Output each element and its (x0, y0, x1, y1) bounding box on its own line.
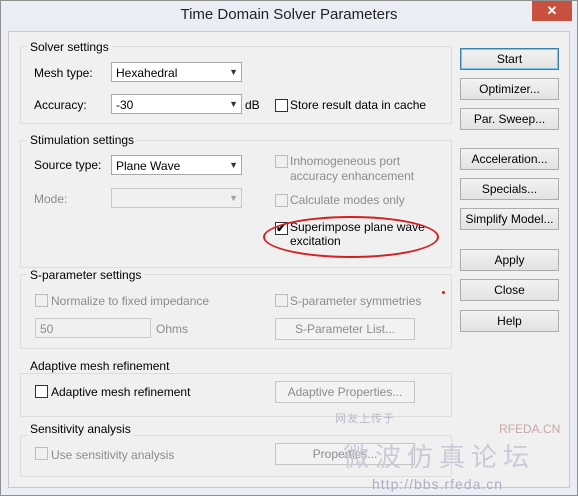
sensitivity-group-label: Sensitivity analysis (27, 422, 134, 436)
close-button[interactable]: Close (460, 279, 559, 301)
adaptive-properties-button[interactable]: Adaptive Properties... (275, 381, 415, 403)
red-dot-annotation (442, 291, 445, 294)
impedance-unit: Ohms (156, 322, 189, 336)
adaptive-mesh-label: Adaptive mesh refinement (51, 385, 191, 399)
acceleration-button[interactable]: Acceleration... (460, 148, 559, 170)
source-type-label: Source type: (34, 158, 102, 172)
apply-button[interactable]: Apply (460, 249, 559, 271)
chevron-down-icon: ▼ (229, 67, 238, 77)
mesh-type-select[interactable]: Hexahedral ▼ (111, 62, 242, 82)
sensitivity-checkbox[interactable] (35, 447, 48, 460)
accuracy-label: Accuracy: (34, 98, 87, 112)
close-icon: ✕ (546, 3, 558, 18)
start-button[interactable]: Start (460, 48, 559, 70)
watermark-url: http://bbs.rfeda.cn (372, 476, 504, 492)
sparameter-symmetries-label: S-parameter symmetries (290, 294, 422, 308)
source-type-value: Plane Wave (116, 159, 181, 173)
mesh-type-label: Mesh type: (34, 66, 93, 80)
close-window-button[interactable]: ✕ (532, 1, 572, 21)
title-bar[interactable]: Time Domain Solver Parameters ✕ (1, 1, 577, 31)
inhomogeneous-label-line2: accuracy enhancement (290, 169, 415, 183)
adaptive-mesh-group-label: Adaptive mesh refinement (27, 359, 173, 373)
accuracy-value: -30 (116, 98, 134, 112)
watermark-brand: RFEDA.CN (499, 422, 561, 436)
inhomogeneous-label-line1: Inhomogeneous port (290, 154, 401, 168)
specials-button[interactable]: Specials... (460, 178, 559, 200)
calculate-modes-checkbox[interactable] (275, 194, 288, 207)
normalize-impedance-label: Normalize to fixed impedance (51, 294, 210, 308)
chevron-down-icon: ▼ (229, 160, 238, 170)
watermark-uploaded-text: 网友上传于 (335, 413, 395, 425)
chevron-down-icon: ▼ (229, 193, 238, 203)
sparameter-list-button[interactable]: S-Parameter List... (275, 318, 415, 340)
window-title: Time Domain Solver Parameters (180, 6, 398, 23)
chevron-down-icon: ▼ (229, 99, 238, 109)
accuracy-unit: dB (245, 98, 260, 112)
store-cache-checkbox[interactable] (275, 99, 288, 112)
inhomogeneous-port-checkbox[interactable] (275, 155, 288, 168)
adaptive-mesh-checkbox[interactable] (35, 385, 48, 398)
mode-select[interactable]: ▼ (111, 188, 242, 208)
dialog-window: Time Domain Solver Parameters ✕ Solver s… (0, 0, 578, 496)
watermark-forum-name: 微波仿真论坛 (343, 443, 536, 473)
par-sweep-button[interactable]: Par. Sweep... (460, 108, 559, 130)
mode-label: Mode: (34, 192, 68, 206)
optimizer-button[interactable]: Optimizer... (460, 78, 559, 100)
sparameter-symmetries-checkbox[interactable] (275, 294, 288, 307)
mesh-type-value: Hexahedral (116, 66, 178, 80)
help-button[interactable]: Help (460, 310, 559, 332)
impedance-input[interactable]: 50 (35, 318, 151, 338)
dialog-client-area: Solver settings Mesh type: Hexahedral ▼ … (8, 31, 570, 492)
red-highlight-annotation (263, 216, 439, 258)
accuracy-select[interactable]: -30 ▼ (111, 94, 242, 114)
stimulation-settings-label: Stimulation settings (27, 133, 138, 147)
impedance-value: 50 (40, 322, 54, 336)
store-cache-label: Store result data in cache (290, 98, 427, 112)
solver-settings-label: Solver settings (27, 40, 112, 54)
calculate-modes-label: Calculate modes only (290, 193, 405, 207)
source-type-select[interactable]: Plane Wave ▼ (111, 155, 242, 175)
sensitivity-label: Use sensitivity analysis (51, 448, 175, 462)
sparameter-settings-label: S-parameter settings (27, 268, 145, 282)
normalize-impedance-checkbox[interactable] (35, 294, 48, 307)
simplify-model-button[interactable]: Simplify Model... (460, 208, 559, 230)
